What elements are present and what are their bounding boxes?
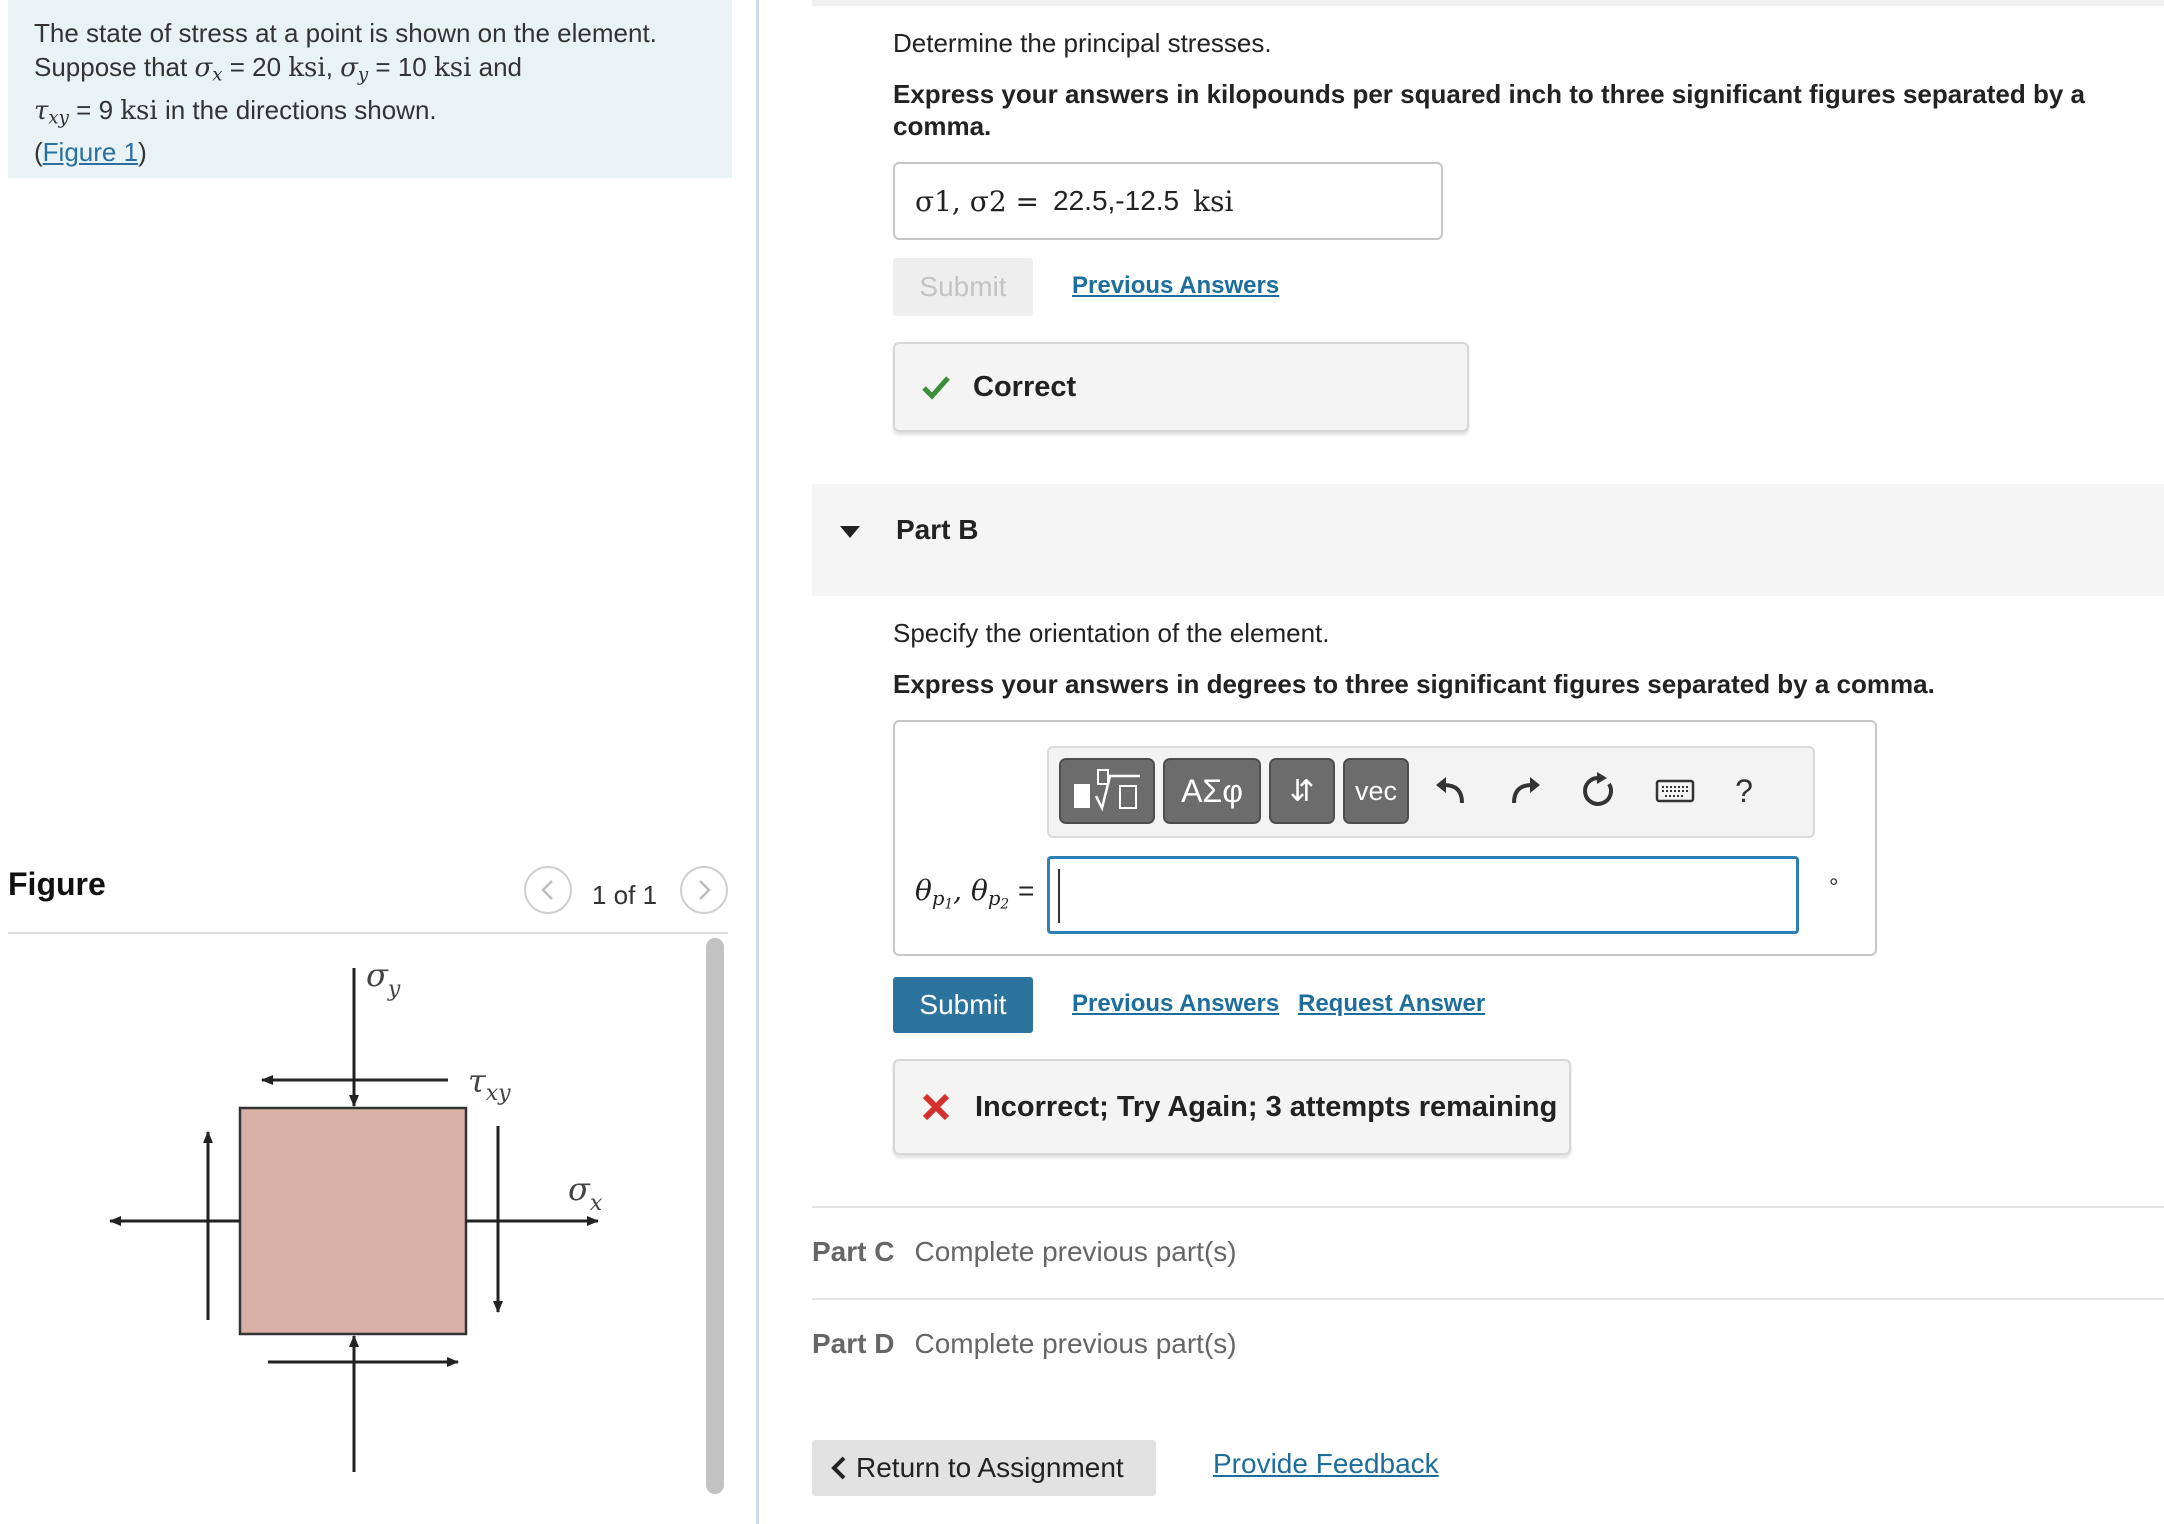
part-d-row: Part D Complete previous part(s) [812,1328,1237,1360]
figure-next-button[interactable] [680,866,728,914]
checkmark-icon [922,376,950,400]
top-strip [812,0,2164,6]
chevron-right-icon [699,880,711,900]
templates-button[interactable] [1059,758,1155,824]
chevron-left-icon [541,880,553,900]
return-to-assignment-label: Return to Assignment [856,1452,1124,1483]
part-b-title: Part B [896,514,979,545]
part-b-submit-button[interactable]: Submit [893,977,1033,1033]
reset-icon[interactable] [1571,758,1625,824]
vector-button[interactable]: vec [1343,758,1409,824]
provide-feedback-link[interactable]: Provide Feedback [1213,1448,1439,1480]
problem-line-3: τxy = 9 ksi in the directions shown. [34,94,437,129]
part-d-status: Complete previous part(s) [914,1328,1237,1359]
part-b-answer-input[interactable] [1047,856,1799,934]
arrows-button[interactable]: ⇵ [1269,758,1335,824]
part-a-answer-unit: ksi [1193,184,1234,218]
part-a-answer-display: σ1, σ2 = 22.5,-12.5 ksi [893,162,1443,240]
return-to-assignment-button[interactable]: Return to Assignment [812,1440,1156,1496]
part-a-answer-label: σ1, σ2 = [915,184,1040,218]
chevron-left-icon [831,1456,846,1480]
problem-line-2: Suppose that σx = 20 ksi, σy = 10 ksi an… [34,52,523,86]
problem-line-1: The state of stress at a point is shown … [34,18,657,48]
help-button[interactable]: ? [1717,758,1771,824]
text-caret [1058,869,1060,923]
problem-line-4: (Figure 1) [34,137,147,168]
part-b-instruction: Express your answers in degrees to three… [893,669,1935,699]
part-b-request-answer-link[interactable]: Request Answer [1298,990,1485,1018]
part-b-answer-label: θp1, θp2 = [915,874,1035,913]
undo-icon[interactable] [1423,758,1477,824]
part-b-header[interactable]: Part B [812,484,2164,596]
part-b-prompt: Specify the orientation of the element. [893,618,1330,648]
label-tau-xy: τxy [468,1062,511,1106]
part-c-status: Complete previous part(s) [914,1236,1237,1267]
figure-prev-button[interactable] [524,866,572,914]
part-b-answer-panel: ΑΣφ ⇵ vec ? θp1, θp2 = ° [893,720,1877,956]
figure-heading: Figure [8,866,106,902]
templates-icon [1074,769,1140,812]
part-a-answer-value: 22.5,-12.5 [1053,185,1180,216]
part-b-previous-answers-link[interactable]: Previous Answers [1072,990,1279,1018]
label-sigma-y: σy [366,956,401,1002]
part-c-divider [812,1206,2164,1208]
part-a-previous-answers-link[interactable]: Previous Answers [1072,272,1279,300]
part-a-feedback: Correct [893,342,1469,432]
part-a-instruction: Express your answers in kilopounds per s… [893,79,2085,141]
x-mark-icon [922,1093,950,1121]
part-c-title: Part C [812,1236,895,1267]
math-toolbar: ΑΣφ ⇵ vec ? [1047,746,1815,838]
degree-unit: ° [1829,874,1839,901]
part-d-title: Part D [812,1328,895,1359]
keyboard-icon[interactable] [1645,758,1705,824]
column-divider [756,0,759,1524]
stress-element-figure: σy τxy σx [109,956,603,1472]
label-sigma-x: σx [568,1170,603,1216]
part-b-feedback: Incorrect; Try Again; 3 attempts remaini… [893,1059,1571,1155]
redo-icon[interactable] [1499,758,1553,824]
figure-link[interactable]: Figure 1 [43,137,138,167]
part-a-feedback-text: Correct [973,370,1077,403]
part-a-submit-button[interactable]: Submit [893,258,1033,316]
figure-counter: 1 of 1 [592,880,658,910]
figure-scrollbar[interactable] [706,938,724,1494]
part-a-prompt: Determine the principal stresses. [893,28,1272,58]
part-c-row: Part C Complete previous part(s) [812,1236,1237,1268]
problem-statement: The state of stress at a point is shown … [8,0,732,178]
stress-element-square [238,1106,468,1336]
greek-symbols-button[interactable]: ΑΣφ [1163,758,1261,824]
part-d-divider [812,1298,2164,1300]
caret-down-icon[interactable] [838,524,862,540]
figure-divider [8,932,728,934]
part-b-feedback-text: Incorrect; Try Again; 3 attempts remaini… [975,1090,1558,1123]
